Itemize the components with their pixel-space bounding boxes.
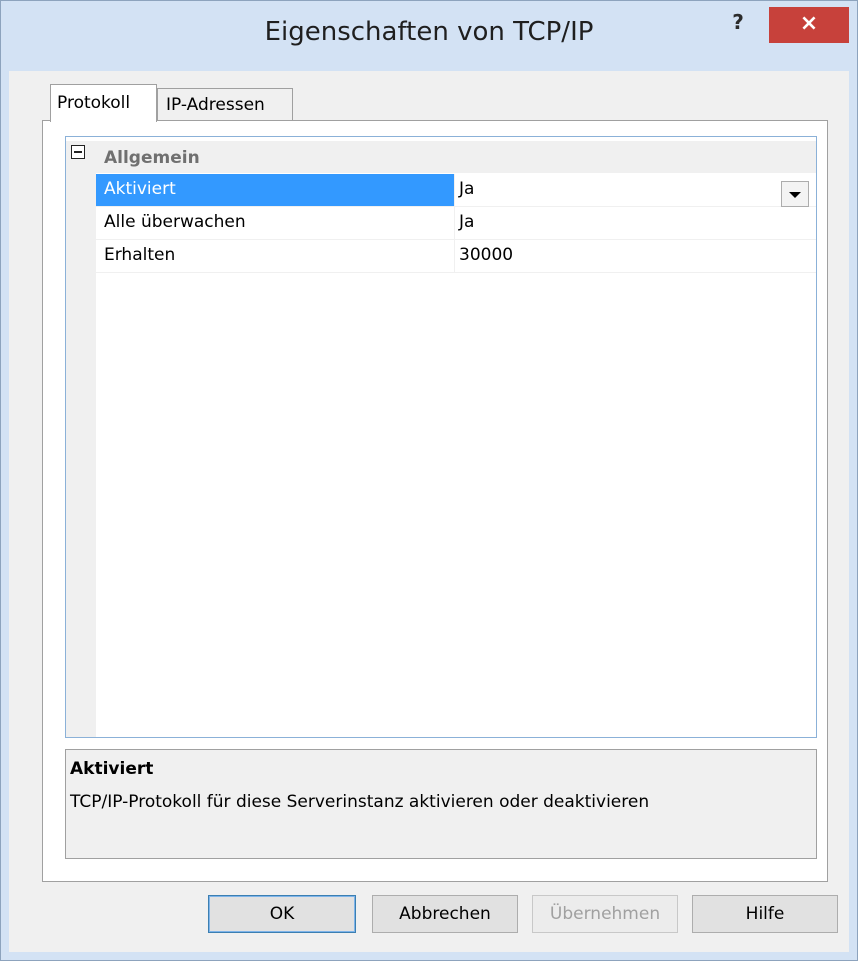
cancel-button[interactable]: Abbrechen (372, 895, 518, 933)
apply-button[interactable]: Übernehmen (532, 895, 678, 933)
property-grid-gutter (66, 173, 96, 737)
property-value[interactable]: Ja (456, 174, 816, 206)
close-icon[interactable]: × (769, 7, 849, 43)
property-value[interactable]: Ja (456, 207, 816, 239)
property-name[interactable]: Erhalten (96, 240, 455, 272)
ok-button[interactable]: OK (208, 895, 356, 933)
property-name[interactable]: Aktiviert (96, 174, 455, 206)
window-frame-bottom (1, 952, 857, 960)
tcp-ip-properties-dialog: Eigenschaften von TCP/IP ? × Protokoll I… (0, 0, 858, 961)
property-row-alle-ueberwachen[interactable]: Alle überwachen Ja (96, 207, 816, 240)
tab-ip-adressen[interactable]: IP-Adressen (157, 88, 293, 120)
chevron-down-icon[interactable] (781, 181, 809, 207)
window-frame-left (1, 71, 9, 960)
title-bar: Eigenschaften von TCP/IP ? × (1, 1, 857, 71)
window-frame-right (849, 71, 857, 960)
description-text: TCP/IP-Protokoll für diese Serverinstanz… (70, 792, 650, 812)
description-title: Aktiviert (70, 759, 154, 779)
collapse-minus-icon[interactable] (71, 145, 85, 159)
tab-protokoll[interactable]: Protokoll (50, 84, 157, 122)
property-row-erhalten[interactable]: Erhalten 30000 (96, 240, 816, 273)
property-row-aktiviert[interactable]: Aktiviert Ja (96, 174, 816, 207)
help-icon[interactable]: ? (723, 7, 753, 37)
property-name[interactable]: Alle überwachen (96, 207, 455, 239)
help-button[interactable]: Hilfe (692, 895, 838, 933)
property-value[interactable]: 30000 (456, 240, 816, 272)
category-label: Allgemein (104, 148, 200, 168)
